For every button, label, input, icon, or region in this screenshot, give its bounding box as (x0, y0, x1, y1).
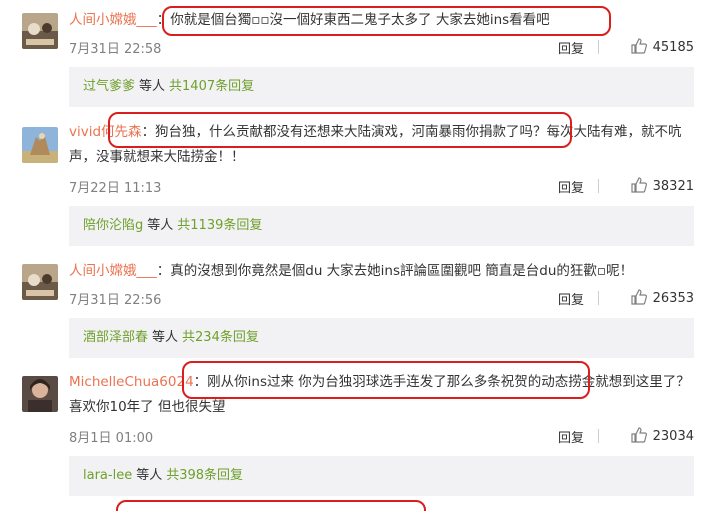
comment-content: ：你就是個台獨▫▫沒一個好東西二鬼子太多了 大家去她ins看看吧 (156, 12, 550, 28)
comment-text: vivid何先森：狗台独，什么贡献都没有还想来大陆演戏，河南暴雨你捐款了吗？每次… (69, 120, 694, 170)
like-count: 26353 (652, 291, 694, 306)
timestamp: 7月31日 22:58 (69, 42, 162, 57)
like-button[interactable]: 38321 (631, 177, 694, 194)
thumbs-up-icon (631, 427, 647, 443)
sub-reply-count-link[interactable]: 共1407条回复 (169, 79, 254, 94)
comment-text: 人间小嫦娥___：你就是個台獨▫▫沒一個好東西二鬼子太多了 大家去她ins看看吧 (69, 8, 694, 33)
reply-button[interactable]: 回复 (558, 38, 584, 57)
username-link[interactable]: vivid何先森 (69, 124, 142, 140)
comment-text: 人间小嫦娥___：真的沒想到你竟然是個du 大家去她ins評論區圍觀吧 簡直是台… (69, 259, 694, 284)
divider (598, 291, 599, 305)
comment-content: ：真的沒想到你竟然是個du 大家去她ins評論區圍觀吧 簡直是台du的狂歡▫呢！ (156, 263, 634, 279)
sub-reply-user[interactable]: lara-lee (83, 468, 132, 483)
like-button[interactable]: 45185 (631, 38, 694, 55)
like-count: 23034 (652, 429, 694, 444)
username-link[interactable]: 人间小嫦娥___ (69, 263, 157, 279)
comment-content: ：狗台独，什么贡献都没有还想来大陆演戏，河南暴雨你捐款了吗？每次大陆有难，就不吭… (69, 124, 682, 165)
divider (598, 179, 599, 193)
comment-meta: 7月31日 22:56 回复 26353 (69, 289, 694, 309)
timestamp: 8月1日 01:00 (69, 431, 154, 446)
sub-reply-user[interactable]: 陪你沦陷g (83, 218, 143, 233)
sub-reply-summary[interactable]: 陪你沦陷g 等人 共1139条回复 (69, 206, 694, 246)
reply-button[interactable]: 回复 (558, 289, 584, 308)
username-link[interactable]: 人间小嫦娥___ (69, 12, 157, 28)
avatar[interactable] (22, 13, 58, 49)
timestamp: 7月31日 22:56 (69, 293, 162, 308)
sub-reply-count-link[interactable]: 共1139条回复 (177, 218, 262, 233)
comment-list: 人间小嫦娥___：你就是個台獨▫▫沒一個好東西二鬼子太多了 大家去她ins看看吧… (0, 0, 716, 511)
sub-reply-summary[interactable]: 酒部泽部春 等人 共234条回复 (69, 318, 694, 358)
sub-reply-etc: 等人 (152, 330, 179, 345)
divider (598, 40, 599, 54)
comment-meta: 8月1日 01:00 回复 23034 (69, 427, 694, 447)
like-button[interactable]: 23034 (631, 427, 694, 444)
sub-reply-count-link[interactable]: 共398条回复 (166, 468, 243, 483)
highlight-circle (116, 500, 426, 511)
sub-reply-etc: 等人 (147, 218, 174, 233)
like-button[interactable]: 26353 (631, 289, 694, 306)
thumbs-up-icon (631, 38, 647, 54)
divider (598, 429, 599, 443)
sub-reply-user[interactable]: 酒部泽部春 (83, 330, 148, 345)
reply-button[interactable]: 回复 (558, 427, 584, 446)
comment-text: MichelleChua6024：刚从你ins过来 你为台独羽球选手连发了那么多… (69, 370, 694, 420)
comment-meta: 7月22日 11:13 回复 38321 (69, 177, 694, 197)
like-count: 38321 (652, 179, 694, 194)
sub-reply-summary[interactable]: lara-lee 等人 共398条回复 (69, 456, 694, 496)
sub-reply-etc: 等人 (139, 79, 166, 94)
thumbs-up-icon (631, 177, 647, 193)
sub-reply-count-link[interactable]: 共234条回复 (182, 330, 259, 345)
comment-meta: 7月31日 22:58 回复 45185 (69, 38, 694, 58)
like-count: 45185 (652, 40, 694, 55)
avatar[interactable] (22, 127, 58, 163)
reply-button[interactable]: 回复 (558, 177, 584, 196)
thumbs-up-icon (631, 289, 647, 305)
username-link[interactable]: MichelleChua6024 (69, 374, 194, 390)
timestamp: 7月22日 11:13 (69, 181, 162, 196)
sub-reply-summary[interactable]: 过气爹爹 等人 共1407条回复 (69, 67, 694, 107)
sub-reply-etc: 等人 (136, 468, 163, 483)
sub-reply-user[interactable]: 过气爹爹 (83, 79, 135, 94)
avatar[interactable] (22, 264, 58, 300)
avatar[interactable] (22, 376, 58, 412)
